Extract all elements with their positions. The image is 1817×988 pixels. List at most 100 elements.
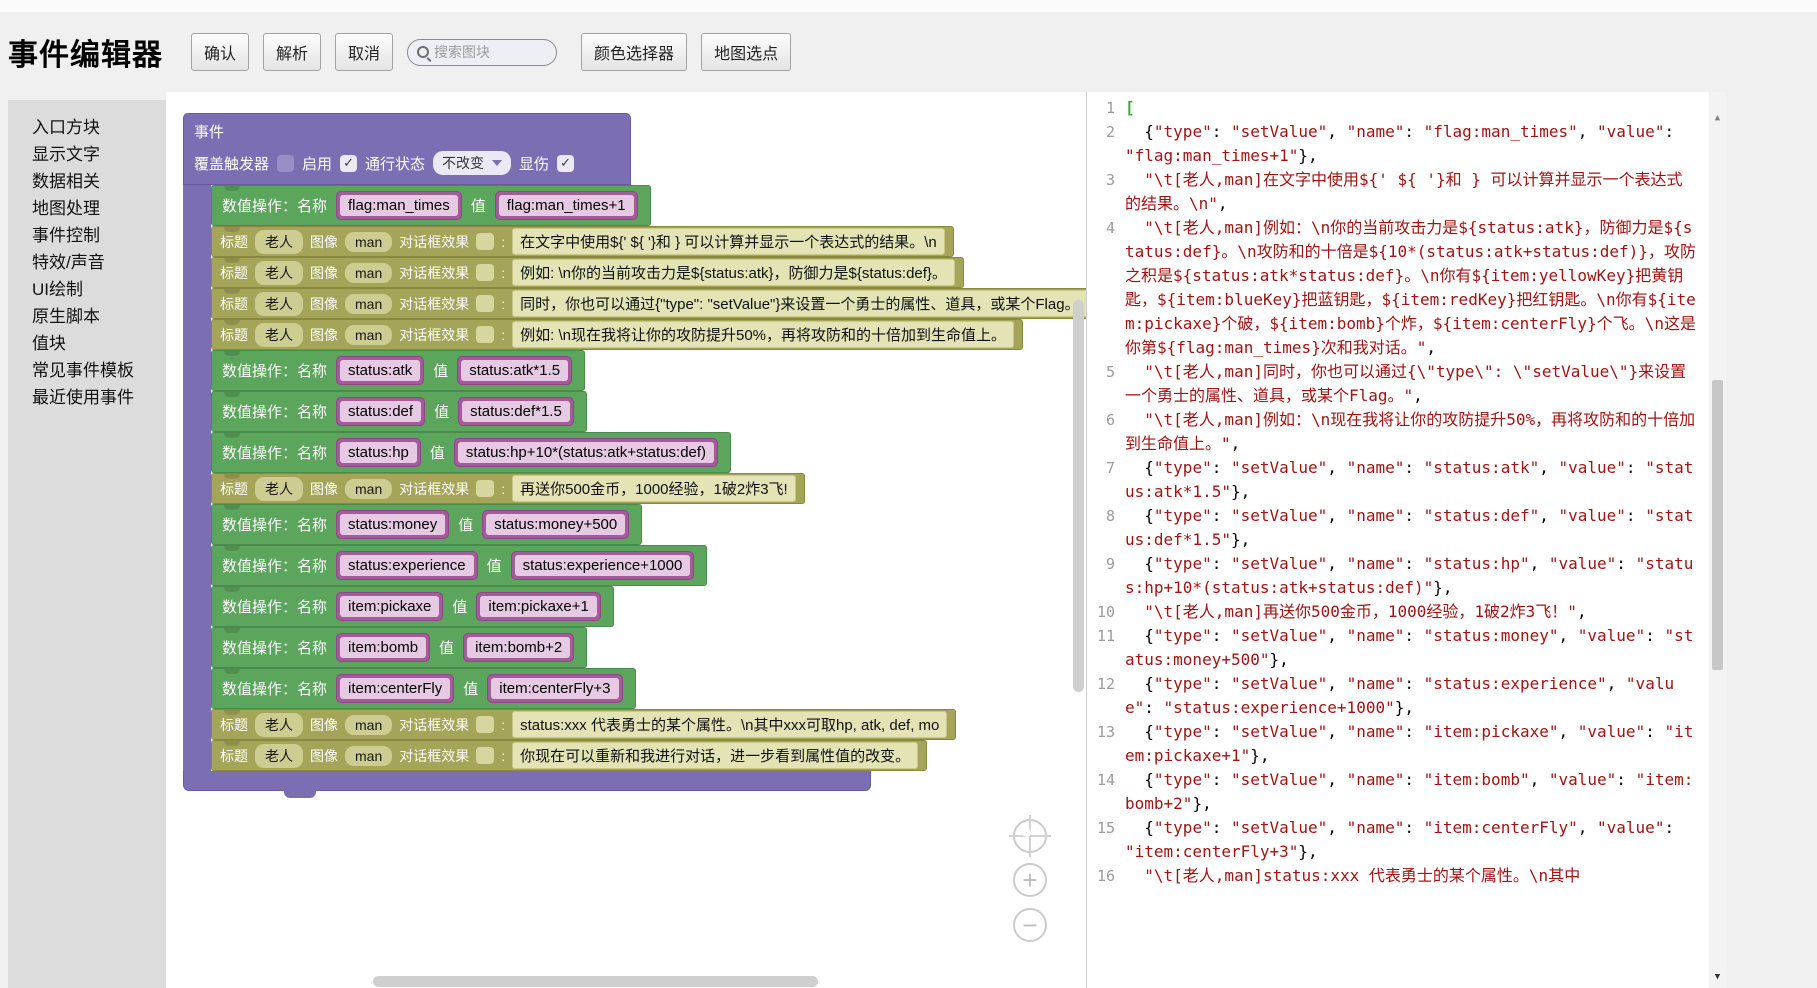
- sidebar-category-item[interactable]: 事件控制: [8, 222, 166, 249]
- setvalue-block[interactable]: 数值操作：名称 status:atk 值 status:atk*1.5: [211, 350, 585, 391]
- dialog-image-field[interactable]: man: [345, 325, 392, 345]
- confirm-button[interactable]: 确认: [191, 33, 249, 71]
- setvalue-name-field[interactable]: status:def: [336, 397, 425, 426]
- color-picker-button[interactable]: 颜色选择器: [581, 33, 687, 71]
- sidebar-category-item[interactable]: 常见事件模板: [8, 357, 166, 384]
- setvalue-name-field[interactable]: item:centerFly: [336, 674, 454, 703]
- zoom-in-button[interactable]: +: [1013, 863, 1047, 897]
- dialog-text-field[interactable]: 你现在可以重新和我进行对话，进一步看到属性值的改变。: [512, 742, 918, 769]
- setvalue-name-field[interactable]: status:hp: [336, 438, 421, 467]
- dialog-title-field[interactable]: 老人: [255, 292, 303, 316]
- damage-display-checkbox[interactable]: [557, 155, 574, 172]
- dialog-effect-field[interactable]: [476, 716, 494, 733]
- search-input[interactable]: [434, 44, 534, 60]
- dialog-title-field[interactable]: 老人: [255, 477, 303, 501]
- dialog-title-field[interactable]: 老人: [255, 261, 303, 285]
- code-vertical-scrollbar[interactable]: ▲ ▼: [1709, 92, 1726, 988]
- dialog-block[interactable]: 标题 老人 图像 man 对话框效果 : 同时，你也可以通过{"type": "…: [211, 288, 1086, 319]
- setvalue-value-field[interactable]: item:pickaxe+1: [476, 592, 600, 621]
- setvalue-block[interactable]: 数值操作：名称 item:bomb 值 item:bomb+2: [211, 627, 587, 668]
- scroll-down-icon[interactable]: ▼: [1709, 969, 1726, 986]
- setvalue-block[interactable]: 数值操作：名称 status:def 值 status:def*1.5: [211, 391, 587, 432]
- setvalue-value-field[interactable]: status:hp+10*(status:atk+status:def): [454, 438, 718, 467]
- search-box[interactable]: [407, 39, 557, 66]
- sidebar-category-item[interactable]: 最近使用事件: [8, 384, 166, 411]
- dialog-image-field[interactable]: man: [345, 746, 392, 766]
- parse-button[interactable]: 解析: [263, 33, 321, 71]
- setvalue-value-field[interactable]: item:centerFly+3: [487, 674, 622, 703]
- code-lines[interactable]: 1[2 {"type": "setValue", "name": "flag:m…: [1087, 96, 1726, 888]
- dialog-title-field[interactable]: 老人: [255, 230, 303, 254]
- dialog-block[interactable]: 标题 老人 图像 man 对话框效果 : 再送你500金币，1000经验，1破2…: [211, 473, 805, 504]
- sidebar-category-item[interactable]: 地图处理: [8, 195, 166, 222]
- dialog-image-field[interactable]: man: [345, 294, 392, 314]
- dialog-text-field[interactable]: 再送你500金币，1000经验，1破2炸3飞!: [512, 475, 796, 502]
- dialog-image-field[interactable]: man: [345, 715, 392, 735]
- setvalue-value-field[interactable]: flag:man_times+1: [495, 191, 638, 220]
- setvalue-block[interactable]: 数值操作：名称 status:hp 值 status:hp+10*(status…: [211, 432, 731, 473]
- setvalue-name-field[interactable]: flag:man_times: [336, 191, 462, 220]
- setvalue-block[interactable]: 数值操作：名称 item:centerFly 值 item:centerFly+…: [211, 668, 636, 709]
- workspace-vertical-scrollbar[interactable]: [1073, 300, 1084, 692]
- dialog-block[interactable]: 标题 老人 图像 man 对话框效果 : 例如: \n你的当前攻击力是${sta…: [211, 257, 964, 288]
- setvalue-block[interactable]: 数值操作：名称 status:experience 值 status:exper…: [211, 545, 707, 586]
- dialog-text-field[interactable]: 同时，你也可以通过{"type": "setValue"}来设置一个勇士的属性、…: [512, 290, 1086, 317]
- workspace-horizontal-scrollbar[interactable]: [373, 976, 818, 987]
- dialog-block[interactable]: 标题 老人 图像 man 对话框效果 : 在文字中使用${' ${ '}和 } …: [211, 226, 954, 257]
- dialog-block[interactable]: 标题 老人 图像 man 对话框效果 : 例如: \n现在我将让你的攻防提升50…: [211, 319, 1023, 350]
- blockly-workspace[interactable]: 事件 覆盖触发器 启用 通行状态 不改变 显伤 数值操作：名称 flag:: [166, 92, 1086, 988]
- sidebar-category-item[interactable]: 显示文字: [8, 141, 166, 168]
- setvalue-block[interactable]: 数值操作：名称 flag:man_times 值 flag:man_times+…: [211, 185, 651, 226]
- setvalue-name-field[interactable]: status:atk: [336, 356, 424, 385]
- sidebar-category-item[interactable]: 数据相关: [8, 168, 166, 195]
- sidebar-category-item[interactable]: 原生脚本: [8, 303, 166, 330]
- sidebar-category-item[interactable]: 特效/声音: [8, 249, 166, 276]
- setvalue-name-field[interactable]: item:pickaxe: [336, 592, 443, 621]
- setvalue-block[interactable]: 数值操作：名称 status:money 值 status:money+500: [211, 504, 642, 545]
- dialog-title-field[interactable]: 老人: [255, 744, 303, 768]
- setvalue-name-field[interactable]: status:experience: [336, 551, 478, 580]
- sidebar-category-item[interactable]: 值块: [8, 330, 166, 357]
- setvalue-value-field[interactable]: status:def*1.5: [458, 397, 574, 426]
- dialog-title-field[interactable]: 老人: [255, 713, 303, 737]
- zoom-out-button[interactable]: −: [1013, 908, 1047, 942]
- sidebar-item-label: 数据相关: [32, 172, 100, 191]
- dialog-text-field[interactable]: 例如: \n现在我将让你的攻防提升50%，再将攻防和的十倍加到生命值上。: [512, 321, 1014, 348]
- dialog-effect-field[interactable]: [476, 295, 494, 312]
- dialog-image-field[interactable]: man: [345, 232, 392, 252]
- pass-state-dropdown[interactable]: 不改变: [433, 151, 511, 175]
- enable-checkbox[interactable]: [340, 155, 357, 172]
- setvalue-value-field[interactable]: status:money+500: [482, 510, 629, 539]
- dialog-block[interactable]: 标题 老人 图像 man 对话框效果 : 你现在可以重新和我进行对话，进一步看到…: [211, 740, 927, 771]
- dialog-effect-field[interactable]: [476, 264, 494, 281]
- setvalue-value-field[interactable]: item:bomb+2: [463, 633, 574, 662]
- dialog-text-field[interactable]: 在文字中使用${' ${ '}和 } 可以计算并显示一个表达式的结果。\n: [512, 228, 945, 255]
- event-block-header[interactable]: 事件 覆盖触发器 启用 通行状态 不改变 显伤: [183, 113, 631, 185]
- dialog-effect-field[interactable]: [476, 326, 494, 343]
- setvalue-name-field[interactable]: status:money: [336, 510, 449, 539]
- zoom-reset-button[interactable]: [1013, 819, 1047, 853]
- dialog-effect-field[interactable]: [476, 480, 494, 497]
- code-editor[interactable]: 1[2 {"type": "setValue", "name": "flag:m…: [1086, 92, 1726, 988]
- code-scrollbar-thumb[interactable]: [1712, 380, 1723, 670]
- setvalue-block[interactable]: 数值操作：名称 item:pickaxe 值 item:pickaxe+1: [211, 586, 614, 627]
- dialog-text-field[interactable]: status:xxx 代表勇士的某个属性。\n其中xxx可取hp, atk, d…: [512, 711, 947, 738]
- cancel-button[interactable]: 取消: [335, 33, 393, 71]
- scroll-up-icon[interactable]: ▲: [1709, 110, 1726, 127]
- sidebar-category-item[interactable]: 入口方块: [8, 114, 166, 141]
- setvalue-value-field[interactable]: status:atk*1.5: [457, 356, 572, 385]
- override-trigger-checkbox[interactable]: [277, 155, 294, 172]
- setvalue-name-field[interactable]: item:bomb: [336, 633, 430, 662]
- setvalue-value-field[interactable]: status:experience+1000: [511, 551, 695, 580]
- dialog-text-field[interactable]: 例如: \n你的当前攻击力是${status:atk}，防御力是${status…: [512, 259, 955, 286]
- dialog-image-field[interactable]: man: [345, 479, 392, 499]
- sidebar-category-item[interactable]: UI绘制: [8, 276, 166, 303]
- event-block[interactable]: 事件 覆盖触发器 启用 通行状态 不改变 显伤 数值操作：名称 flag:: [183, 113, 1086, 791]
- code-line: 11 {"type": "setValue", "name": "status:…: [1087, 624, 1726, 672]
- dialog-effect-field[interactable]: [476, 233, 494, 250]
- dialog-block[interactable]: 标题 老人 图像 man 对话框效果 : status:xxx 代表勇士的某个属…: [211, 709, 956, 740]
- dialog-effect-field[interactable]: [476, 747, 494, 764]
- dialog-image-field[interactable]: man: [345, 263, 392, 283]
- map-pick-button[interactable]: 地图选点: [701, 33, 791, 71]
- dialog-title-field[interactable]: 老人: [255, 323, 303, 347]
